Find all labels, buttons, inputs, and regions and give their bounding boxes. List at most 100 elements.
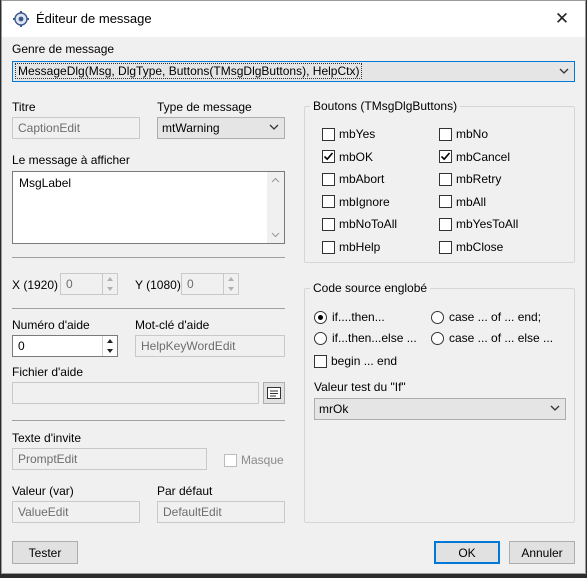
x-value: 0 (66, 277, 73, 291)
checkbox-box[interactable] (439, 217, 452, 231)
valeur-test-select[interactable]: mrOk (314, 398, 566, 420)
ok-button[interactable]: OK (434, 541, 500, 564)
checkbox-label: mbYes (339, 127, 376, 141)
checkmark-icon[interactable] (439, 150, 452, 164)
checkbox-box[interactable] (322, 240, 335, 254)
caption-edit[interactable]: CaptionEdit (12, 117, 140, 139)
app-gear-icon (12, 10, 30, 28)
spin-up-icon[interactable] (106, 276, 114, 282)
radio-dot[interactable] (431, 310, 444, 324)
y-edit[interactable]: 0 (181, 273, 239, 295)
masque-label: Masque (241, 453, 284, 467)
radio-dot[interactable] (431, 331, 444, 345)
checkbox-box[interactable] (439, 172, 452, 186)
checkbox-box[interactable] (322, 172, 335, 186)
help-keyword-edit[interactable]: HelpKeyWordEdit (135, 335, 285, 357)
code-source-group-title: Code source englobé (310, 281, 431, 295)
message-editor-dialog: Éditeur de message ✕ Genre de message Me… (1, 0, 586, 574)
checkbox-mbok[interactable]: mbOK (322, 150, 373, 164)
spin-down-icon[interactable] (106, 348, 114, 354)
checkbox-label: mbYesToAll (456, 217, 519, 232)
numero-aide-edit[interactable]: 0 (12, 335, 118, 357)
checkbox-mbclose[interactable]: mbClose (439, 240, 503, 254)
checkbox-box[interactable] (314, 354, 327, 368)
prompt-edit[interactable]: PromptEdit (12, 448, 207, 470)
checkbox-box[interactable] (322, 217, 335, 231)
checkbox-mbyestoall[interactable]: mbYesToAll (439, 217, 518, 231)
genre-label: Genre de message (12, 42, 115, 56)
x-spinner[interactable] (102, 274, 117, 294)
checkbox-box[interactable] (439, 127, 452, 141)
checkbox-box[interactable] (322, 195, 335, 209)
x-edit[interactable]: 0 (60, 273, 118, 295)
window-title: Éditeur de message (36, 11, 152, 26)
fichier-aide-edit[interactable] (12, 382, 259, 404)
message-memo[interactable]: MsgLabel (12, 171, 285, 244)
close-icon[interactable]: ✕ (539, 1, 585, 37)
checkbox-mbcancel[interactable]: mbCancel (439, 150, 510, 164)
tester-button[interactable]: Tester (12, 541, 78, 564)
radio-if-then[interactable]: if....then... (314, 310, 385, 324)
checkbox-mbabort[interactable]: mbAbort (322, 172, 384, 186)
checkbox-box[interactable] (322, 127, 335, 141)
valeur-test-value: mrOk (319, 402, 349, 416)
valeur-test-label: Valeur test du "If" (314, 380, 406, 394)
checkbox-box[interactable] (439, 195, 452, 209)
spin-up-icon[interactable] (106, 338, 114, 344)
type-message-label: Type de message (157, 100, 252, 114)
chevron-down-icon (559, 68, 569, 74)
radio-case-of-else[interactable]: case ... of ... else ... (431, 331, 553, 345)
checkbox-label: mbNoToAll (339, 217, 398, 232)
radio-if-then-else[interactable]: if...then...else ... (314, 331, 417, 345)
checkbox-mbhelp[interactable]: mbHelp (322, 240, 380, 254)
radio-dot[interactable] (314, 331, 327, 345)
radio-dot[interactable] (314, 310, 327, 324)
radio-case-of-else-label: case ... of ... else ... (449, 331, 554, 345)
checkbox-mball[interactable]: mbAll (439, 195, 486, 209)
checkbox-label: mbAbort (339, 172, 385, 187)
checkbox-box[interactable] (439, 240, 452, 254)
type-message-select[interactable]: mtWarning (157, 117, 285, 139)
begin-end-checkbox[interactable]: begin ... end (314, 354, 397, 368)
fichier-aide-label: Fichier d'aide (12, 365, 83, 379)
masque-checkbox[interactable]: Masque (224, 453, 284, 467)
scroll-down-icon[interactable] (271, 232, 280, 238)
checkbox-box[interactable] (224, 453, 237, 467)
checkbox-mbretry[interactable]: mbRetry (439, 172, 501, 186)
checkbox-mbno[interactable]: mbNo (439, 127, 488, 141)
checkmark-icon[interactable] (322, 150, 335, 164)
checkbox-label: mbRetry (456, 172, 502, 187)
boutons-group-title: Boutons (TMsgDlgButtons) (310, 99, 461, 113)
checkbox-mbyes[interactable]: mbYes (322, 127, 375, 141)
checkbox-mbnotoall[interactable]: mbNoToAll (322, 217, 397, 231)
annuler-button[interactable]: Annuler (509, 541, 575, 564)
message-text: MsgLabel (19, 176, 72, 190)
y-spinner[interactable] (223, 274, 238, 294)
spin-up-icon[interactable] (227, 276, 235, 282)
default-edit[interactable]: DefaultEdit (157, 501, 285, 523)
radio-case-of-end[interactable]: case ... of ... end; (431, 310, 541, 324)
y-value: 0 (187, 277, 194, 291)
x-label: X (1920) (12, 278, 59, 292)
browse-help-file-button[interactable] (263, 382, 285, 404)
checkbox-label: mbIgnore (339, 194, 390, 209)
value-edit[interactable]: ValueEdit (12, 501, 140, 523)
separator (12, 308, 285, 309)
numero-aide-spinner[interactable] (102, 336, 117, 356)
separator (12, 420, 285, 421)
checkbox-label: mbHelp (339, 240, 381, 254)
numero-aide-value: 0 (18, 339, 25, 353)
separator (12, 257, 285, 258)
checkbox-mbignore[interactable]: mbIgnore (322, 195, 390, 209)
scroll-up-icon[interactable] (271, 177, 280, 183)
checkbox-label: mbCancel (456, 149, 511, 164)
spin-down-icon[interactable] (106, 286, 114, 292)
chevron-down-icon (269, 124, 279, 130)
spin-down-icon[interactable] (227, 286, 235, 292)
message-scrollbar[interactable] (267, 172, 284, 243)
y-label: Y (1080) (135, 278, 181, 292)
genre-select[interactable]: MessageDlg(Msg, DlgType, Buttons(TMsgDlg… (12, 61, 575, 82)
par-defaut-label: Par défaut (157, 484, 213, 498)
chevron-down-icon (550, 405, 560, 411)
numero-aide-label: Numéro d'aide (12, 318, 90, 332)
